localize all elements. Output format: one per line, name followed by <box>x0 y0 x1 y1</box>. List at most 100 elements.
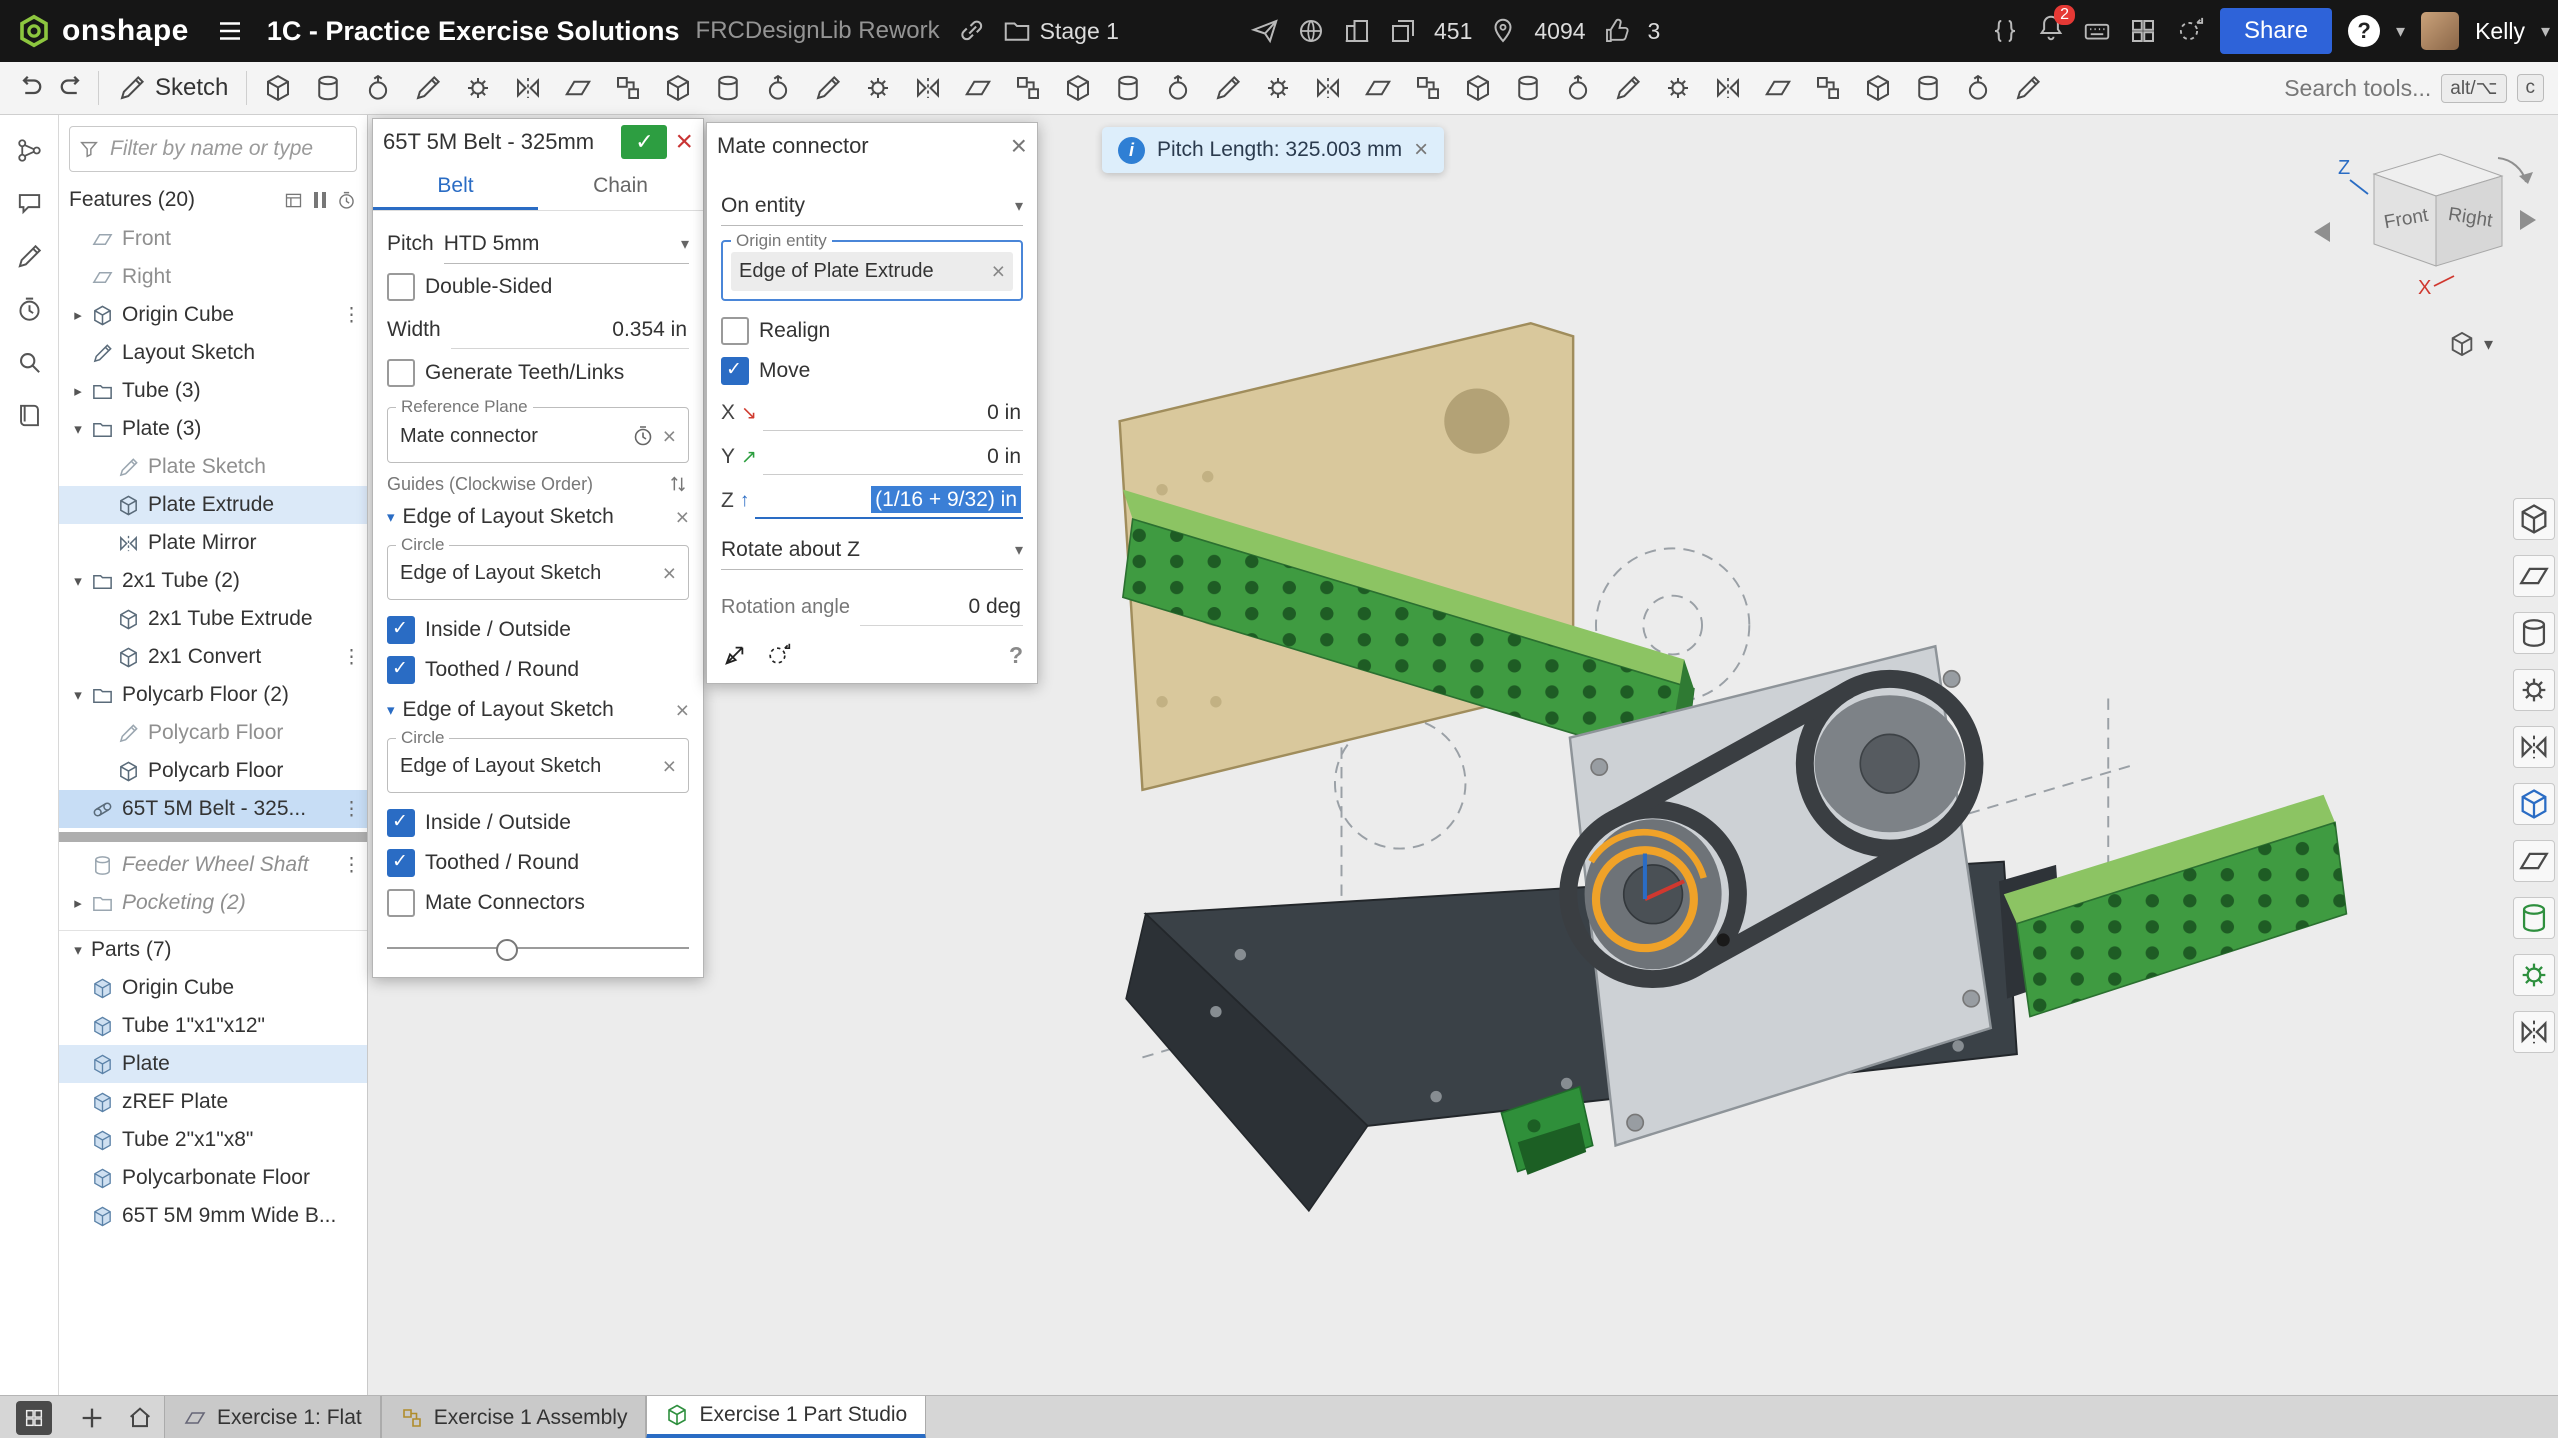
isolate-icon[interactable] <box>2513 669 2555 711</box>
appearance-icon[interactable] <box>2513 498 2555 540</box>
composite-curve-icon[interactable] <box>1563 73 1593 103</box>
comments-icon[interactable] <box>15 189 44 218</box>
tree-item-plate-mirror[interactable]: Plate Mirror <box>59 524 367 562</box>
tab-exercise-1-assembly[interactable]: Exercise 1 Assembly <box>381 1396 647 1438</box>
inside-outside-checkbox[interactable]: Inside / Outside <box>387 610 689 650</box>
remove-icon[interactable]: × <box>676 506 689 529</box>
thumbs-up-icon[interactable] <box>1602 16 1632 46</box>
vertex-point[interactable] <box>1717 933 1730 946</box>
help-icon[interactable]: ? <box>1009 642 1023 669</box>
transform-icon[interactable] <box>1113 73 1143 103</box>
tab-chain[interactable]: Chain <box>538 165 703 210</box>
rotate-about-select[interactable]: Rotate about Z▾ <box>721 531 1023 570</box>
shell-icon[interactable] <box>713 73 743 103</box>
show-sketches-icon[interactable] <box>2513 954 2555 996</box>
app-store-icon[interactable] <box>2128 16 2158 46</box>
mate-connectors-icon[interactable] <box>2513 840 2555 882</box>
part-polycarbonate-floor[interactable]: Polycarbonate Floor <box>59 1159 367 1197</box>
mass-properties-icon[interactable] <box>2013 73 2043 103</box>
plane-icon[interactable] <box>1213 73 1243 103</box>
tree-item-plate-extrude[interactable]: Plate Extrude <box>59 486 367 524</box>
fillet-icon[interactable] <box>463 73 493 103</box>
document-title[interactable]: 1C - Practice Exercise Solutions <box>267 16 680 47</box>
split-icon[interactable] <box>1063 73 1093 103</box>
collapse-caret-icon[interactable]: ▾ <box>59 686 91 704</box>
expand-caret-icon[interactable]: ▸ <box>59 382 91 400</box>
section-view-icon[interactable] <box>2513 612 2555 654</box>
render-mode-icon[interactable] <box>2513 555 2555 597</box>
double-sided-checkbox[interactable]: Double-Sided <box>387 267 689 307</box>
measure-icon[interactable] <box>1963 73 1993 103</box>
collapse-caret-icon[interactable]: ▾ <box>59 572 91 590</box>
mirror-icon[interactable] <box>963 73 993 103</box>
public-icon[interactable] <box>1296 16 1326 46</box>
location-pin-icon[interactable] <box>1488 16 1518 46</box>
tab-exercise-1-flat[interactable]: Exercise 1: Flat <box>164 1396 381 1438</box>
tab-manager-icon[interactable] <box>16 1401 52 1435</box>
tree-filter[interactable] <box>69 126 357 172</box>
search-icon[interactable] <box>15 348 44 377</box>
dismiss-icon[interactable]: × <box>1414 138 1428 162</box>
tree-item-right[interactable]: Right <box>59 258 367 296</box>
tree-item-polycarb-folder[interactable]: ▾Polycarb Floor (2) <box>59 676 367 714</box>
hidden-items-icon[interactable] <box>2513 897 2555 939</box>
mate-connectors-checkbox[interactable]: Mate Connectors <box>387 883 689 923</box>
spline-icon[interactable] <box>1413 73 1443 103</box>
view-options-menu[interactable]: ▾ <box>2448 330 2493 358</box>
filter-input[interactable] <box>108 136 348 162</box>
revolve-icon[interactable] <box>313 73 343 103</box>
view-cube[interactable]: Z Front Right X <box>2300 134 2550 364</box>
rotation-angle-input[interactable]: 0 deg <box>860 589 1023 626</box>
final-slider[interactable] <box>387 933 689 963</box>
versions-icon[interactable] <box>15 136 44 165</box>
reorder-icon[interactable] <box>667 473 689 495</box>
green-beam-right[interactable] <box>2004 795 2347 1017</box>
learning-center-icon[interactable] <box>2174 16 2204 46</box>
mate-connector-icon[interactable] <box>631 424 655 448</box>
instance-indicator-icon[interactable]: ⋮ <box>342 854 361 877</box>
collapse-caret-icon[interactable]: ▾ <box>387 508 395 526</box>
z-offset-input[interactable]: (1/16 + 9/32) in <box>755 483 1023 519</box>
part-origin-cube[interactable]: Origin Cube <box>59 969 367 1007</box>
tree-item-2x1-tube-extrude[interactable]: 2x1 Tube Extrude <box>59 600 367 638</box>
tree-item-2x1-tube-folder[interactable]: ▾2x1 Tube (2) <box>59 562 367 600</box>
offset-surface-icon[interactable] <box>1663 73 1693 103</box>
part-plate[interactable]: Plate <box>59 1045 367 1083</box>
fill-surface-icon[interactable] <box>1763 73 1793 103</box>
redo-icon[interactable] <box>58 73 88 103</box>
extrude-icon[interactable] <box>263 73 293 103</box>
main-menu-icon[interactable] <box>215 16 245 46</box>
search-tools[interactable]: Search tools... alt/⌥ c <box>2284 74 2544 103</box>
accept-button[interactable]: ✓ <box>621 125 667 159</box>
instance-indicator-icon[interactable]: ⋮ <box>342 304 361 327</box>
suspend-rebuild-icon[interactable] <box>314 192 326 208</box>
tree-item-layout-sketch[interactable]: Layout Sketch <box>59 334 367 372</box>
width-input[interactable]: 0.354 in <box>451 312 689 349</box>
circle-field[interactable]: Circle Edge of Layout Sketch× <box>387 738 689 793</box>
pitch-select[interactable]: HTD 5mm▾ <box>444 225 689 264</box>
delete-face-icon[interactable] <box>1913 73 1943 103</box>
new-tab-plus-icon[interactable] <box>78 1404 106 1432</box>
replace-face-icon[interactable] <box>1863 73 1893 103</box>
move-checkbox[interactable]: Move <box>721 351 1023 391</box>
toothed-round-checkbox[interactable]: Toothed / Round <box>387 843 689 883</box>
origin-entity-field[interactable]: Origin entity Edge of Plate Extrude× <box>721 240 1023 301</box>
clear-icon[interactable]: × <box>663 425 676 448</box>
rollback-bar[interactable] <box>59 832 367 842</box>
intersection-curve-icon[interactable] <box>1613 73 1643 103</box>
help-menu-icon[interactable]: ? <box>2348 15 2380 47</box>
enterprise-icon[interactable] <box>1342 16 1372 46</box>
part-tube-1x1x12[interactable]: Tube 1"x1"x12" <box>59 1007 367 1045</box>
tree-item-feeder-wheel-shaft[interactable]: Feeder Wheel Shaft⋮ <box>59 846 367 884</box>
point-icon[interactable] <box>1313 73 1343 103</box>
clear-icon[interactable]: × <box>992 260 1005 283</box>
clear-icon[interactable]: × <box>663 562 676 585</box>
share-button[interactable]: Share <box>2220 8 2332 54</box>
instance-indicator-icon[interactable]: ⋮ <box>342 798 361 821</box>
user-avatar[interactable] <box>2421 12 2459 50</box>
boolean-icon[interactable] <box>1013 73 1043 103</box>
collapse-caret-icon[interactable]: ▾ <box>59 941 91 959</box>
loft-icon[interactable] <box>413 73 443 103</box>
collapse-caret-icon[interactable]: ▾ <box>59 420 91 438</box>
face-blend-icon[interactable] <box>563 73 593 103</box>
